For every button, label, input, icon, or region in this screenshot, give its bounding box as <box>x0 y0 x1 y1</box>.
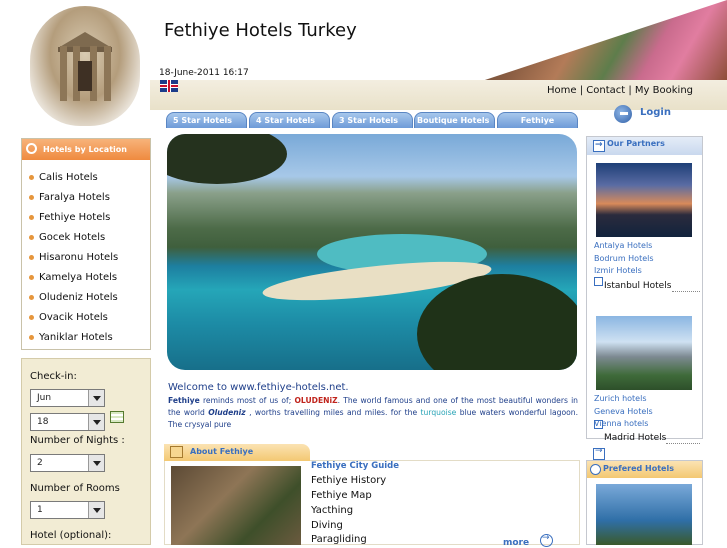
top-links: Home | Contact | My Booking <box>547 85 693 96</box>
chevron-down-icon <box>88 455 104 471</box>
partner-link[interactable]: Bodrum Hotels <box>594 254 654 263</box>
arrow-box-icon[interactable] <box>593 446 605 460</box>
partner-link[interactable]: Izmir Hotels <box>594 266 642 275</box>
welcome-text: Fethiye reminds most of us of; OLUDENiZ.… <box>168 396 578 429</box>
checkin-label: Check-in: <box>30 371 77 382</box>
home-link[interactable]: Home <box>547 85 577 96</box>
location-item[interactable]: Faralya Hotels <box>29 192 110 203</box>
rooms-select[interactable]: 1 <box>30 501 105 519</box>
city-guide-link[interactable]: Fethiye City Guide <box>311 461 399 471</box>
partner-link[interactable]: Antalya Hotels <box>594 241 652 250</box>
broken-image-icon <box>594 420 603 429</box>
about-fethiye-header: About Fethiye <box>164 444 310 461</box>
about-fethiye-title: About Fethiye <box>190 447 254 456</box>
nights-select[interactable]: 2 <box>30 454 105 472</box>
tab-3-star-hotels[interactable]: 3 Star Hotels <box>332 112 413 128</box>
guide-item[interactable]: Fethiye Map <box>311 490 372 501</box>
location-circle-icon <box>26 143 37 154</box>
site-title: Fethiye Hotels Turkey <box>164 20 357 41</box>
broken-image-icon <box>594 277 603 286</box>
site-logo[interactable] <box>30 6 140 126</box>
tab-fethiye[interactable]: Fethiye <box>497 112 578 128</box>
location-item[interactable]: Calis Hotels <box>29 172 98 183</box>
chevron-down-icon <box>88 390 104 406</box>
guide-item[interactable]: Yacthing <box>311 505 353 516</box>
location-item[interactable]: Yaniklar Hotels <box>29 332 113 343</box>
hotels-by-location-header: Hotels by Location <box>22 139 150 160</box>
dotted-divider <box>672 291 700 293</box>
current-datetime: 18-June-2011 16:17 <box>159 68 249 78</box>
checkin-day-select[interactable]: 18 <box>30 413 105 431</box>
partner-link[interactable]: Madrid Hotels <box>604 433 666 443</box>
rock-tombs-photo <box>171 466 301 545</box>
partner-link[interactable]: Zurich hotels <box>594 394 647 403</box>
location-item[interactable]: Hisaronu Hotels <box>28 252 118 263</box>
location-item[interactable]: Oludeniz Hotels <box>29 292 118 303</box>
location-item[interactable]: Kamelya Hotels <box>28 272 117 283</box>
my-booking-link[interactable]: My Booking <box>635 85 693 96</box>
guide-item[interactable]: Diving <box>311 520 343 531</box>
link-separator: | <box>576 85 587 96</box>
location-item[interactable]: Gocek Hotels <box>28 232 105 243</box>
link-separator: | <box>625 85 635 96</box>
preferred-hotel-photo[interactable] <box>596 484 692 545</box>
more-link[interactable]: more <box>503 538 529 548</box>
preferred-hotels-header: Prefered Hotels <box>587 461 702 478</box>
nights-label: Number of Nights : <box>30 435 125 446</box>
login-key-icon[interactable] <box>614 105 632 123</box>
welcome-title: Welcome to www.fethiye-hotels.net. <box>168 382 349 393</box>
city-skyline-photo[interactable] <box>596 316 692 390</box>
chevron-down-icon <box>88 414 104 430</box>
arrow-right-icon[interactable] <box>540 533 553 547</box>
hotel-optional-label: Hotel (optional): <box>30 530 112 541</box>
arrow-box-icon <box>593 138 605 152</box>
chevron-down-icon <box>88 502 104 518</box>
tab-4-star-hotels[interactable]: 4 Star Hotels <box>249 112 330 128</box>
guide-item[interactable]: Paragliding <box>311 534 367 545</box>
dotted-divider <box>666 443 700 445</box>
calendar-icon[interactable] <box>110 411 124 423</box>
preferred-hotels-title: Prefered Hotels <box>603 464 674 473</box>
istanbul-mosque-photo[interactable] <box>596 163 692 237</box>
location-item[interactable]: Ovacik Hotels <box>29 312 108 323</box>
contact-link[interactable]: Contact <box>586 85 625 96</box>
rooms-label: Number of Rooms <box>30 483 120 494</box>
partner-link[interactable]: Geneva Hotels <box>594 407 653 416</box>
header-photo <box>484 0 727 80</box>
partner-link[interactable]: Istanbul Hotels <box>604 281 671 291</box>
our-partners-title: Our Partners <box>607 139 665 148</box>
tab-5-star-hotels[interactable]: 5 Star Hotels <box>166 112 247 128</box>
tab-boutique-hotels[interactable]: Boutique Hotels <box>414 112 495 128</box>
checkin-month-select[interactable]: Jun <box>30 389 105 407</box>
oludeniz-lagoon-photo <box>167 134 577 370</box>
guide-item[interactable]: Fethiye History <box>311 475 386 486</box>
building-icon <box>170 446 183 458</box>
uk-flag-icon[interactable] <box>160 80 178 92</box>
login-link[interactable]: Login <box>640 107 671 118</box>
location-item[interactable]: Fethiye Hotels <box>28 212 110 223</box>
hotels-by-location-title: Hotels by Location <box>43 145 127 154</box>
plus-circle-icon <box>590 464 601 475</box>
our-partners-header: Our Partners <box>587 137 702 155</box>
